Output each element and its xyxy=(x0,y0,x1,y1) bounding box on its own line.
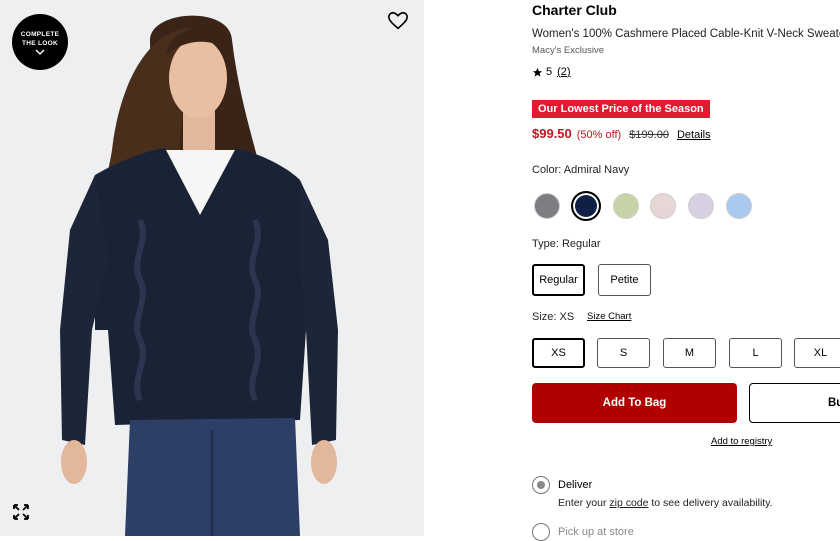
add-to-bag-button[interactable]: Add To Bag xyxy=(532,383,737,423)
size-m[interactable]: M xyxy=(663,338,716,368)
price-row: $99.50 (50% off) $199.00 Details xyxy=(532,126,711,141)
review-count-link[interactable]: (2) xyxy=(557,66,570,78)
buy-now-button[interactable]: Bu xyxy=(749,383,840,423)
promo-badge: Our Lowest Price of the Season xyxy=(532,100,710,118)
product-title: Women's 100% Cashmere Placed Cable-Knit … xyxy=(532,28,840,40)
type-regular[interactable]: Regular xyxy=(532,264,585,296)
swatch-blush[interactable] xyxy=(650,193,676,219)
size-chart-link[interactable]: Size Chart xyxy=(587,311,631,322)
size-xl[interactable]: XL xyxy=(794,338,840,368)
swatch-light-blue[interactable] xyxy=(726,193,752,219)
size-xs[interactable]: XS xyxy=(532,338,585,368)
swatch-gray[interactable] xyxy=(534,193,560,219)
percent-off: (50% off) xyxy=(576,129,622,141)
pickup-radio[interactable] xyxy=(532,523,550,541)
complete-the-look-line2: THE LOOK xyxy=(22,39,58,47)
deliver-note-prefix: Enter your xyxy=(558,497,610,509)
swatch-sage[interactable] xyxy=(613,193,639,219)
color-label: Color: Admiral Navy xyxy=(532,164,630,176)
chevron-down-icon xyxy=(35,49,45,55)
swatch-admiral-navy[interactable] xyxy=(571,191,601,221)
heart-icon xyxy=(388,11,408,30)
complete-the-look-line1: COMPLETE xyxy=(20,30,60,38)
rating[interactable]: 5 (2) xyxy=(532,66,571,78)
expand-image-button[interactable] xyxy=(11,502,31,522)
complete-the-look-button[interactable]: COMPLETE THE LOOK xyxy=(12,14,68,70)
review-count: 2 xyxy=(560,66,567,78)
rating-value: 5 xyxy=(546,66,553,78)
type-petite[interactable]: Petite xyxy=(598,264,651,296)
details-link[interactable]: Details xyxy=(677,129,711,141)
original-price: $199.00 xyxy=(629,129,669,141)
size-s[interactable]: S xyxy=(597,338,650,368)
add-to-registry-link[interactable]: Add to registry xyxy=(711,436,772,447)
size-label: Size: XS xyxy=(532,311,575,323)
type-label: Type: Regular xyxy=(532,238,601,250)
swatch-lavender[interactable] xyxy=(688,193,714,219)
pickup-label: Pick up at store xyxy=(558,526,634,538)
brand-link[interactable]: Charter Club xyxy=(532,2,617,18)
product-image-panel: COMPLETE THE LOOK xyxy=(0,0,424,536)
zip-code-link[interactable]: zip code xyxy=(609,497,648,509)
expand-icon xyxy=(13,504,29,520)
exclusive-label: Macy's Exclusive xyxy=(532,45,605,56)
size-l[interactable]: L xyxy=(729,338,782,368)
wishlist-button[interactable] xyxy=(387,10,409,32)
sale-price: $99.50 xyxy=(532,126,572,141)
deliver-note-suffix: to see delivery availability. xyxy=(648,497,773,509)
deliver-label: Deliver xyxy=(558,479,593,491)
deliver-radio[interactable] xyxy=(532,476,550,494)
star-icon xyxy=(532,67,543,77)
deliver-note: Enter your zip code to see delivery avai… xyxy=(558,497,773,509)
product-photo xyxy=(0,0,424,536)
